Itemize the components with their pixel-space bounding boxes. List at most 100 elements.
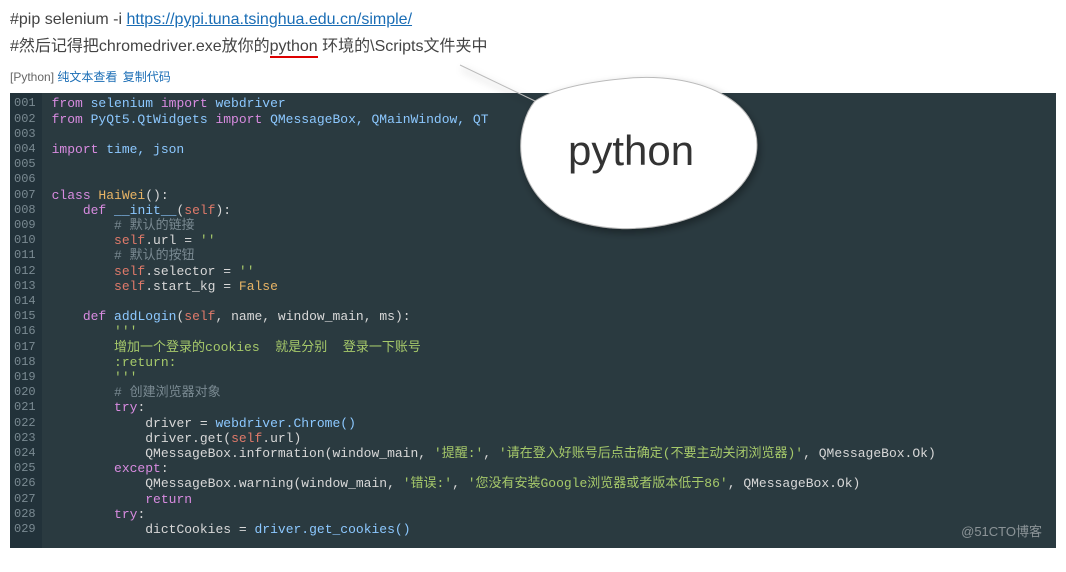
- ln: 014: [14, 294, 36, 309]
- comment: # 默认的链接: [114, 218, 195, 233]
- ws: [52, 400, 114, 415]
- kw: import: [52, 142, 99, 157]
- ws: [52, 431, 146, 446]
- note-before: 然后记得把chromedriver.exe放你的: [19, 38, 270, 55]
- note-after: 环境的\Scripts文件夹中: [318, 38, 488, 55]
- comment: # 创建浏览器对象: [114, 385, 221, 400]
- ws: [52, 279, 114, 294]
- args: , name, window_main, ms: [216, 309, 395, 324]
- op: ):: [216, 203, 232, 218]
- ws: [52, 522, 146, 537]
- ws: [52, 248, 114, 263]
- hash: #: [10, 38, 19, 55]
- str: :return:: [114, 355, 176, 370]
- ws: [106, 309, 114, 324]
- kw: class: [52, 188, 91, 203]
- ln: 015: [14, 309, 36, 324]
- kw: try: [114, 507, 137, 522]
- pip-link[interactable]: https://pypi.tuna.tsinghua.edu.cn/simple…: [127, 11, 413, 28]
- self: self: [114, 233, 145, 248]
- note-python: python: [270, 38, 318, 58]
- str: '请在登入好账号后点击确定(不要主动关闭浏览器)': [499, 446, 803, 461]
- op: :: [161, 461, 169, 476]
- ln: 010: [14, 233, 36, 248]
- ws: [52, 340, 114, 355]
- id: webdriver: [208, 96, 286, 111]
- ws: [52, 264, 114, 279]
- ws: [52, 355, 114, 370]
- txt: QMessageBox.warning(window_main,: [145, 476, 402, 491]
- str: ''': [114, 370, 137, 385]
- txt: driver: [145, 416, 200, 431]
- kw: import: [215, 112, 262, 127]
- op: :: [137, 400, 145, 415]
- op: =: [239, 522, 247, 537]
- ln: 028: [14, 507, 36, 522]
- code-content[interactable]: from selenium import webdriver from PyQt…: [42, 93, 936, 548]
- ws: [52, 507, 114, 522]
- ln: 007: [14, 188, 36, 203]
- ws: [192, 233, 200, 248]
- ws: [52, 385, 114, 400]
- ln: 027: [14, 492, 36, 507]
- txt: ,: [483, 446, 499, 461]
- str: '您没有安装Google浏览器或者版本低于86': [468, 476, 728, 491]
- ws: [52, 492, 146, 507]
- ws: [231, 264, 239, 279]
- fn: __init__: [114, 203, 176, 218]
- ln: 012: [14, 264, 36, 279]
- copy-code-link[interactable]: 复制代码: [119, 70, 170, 84]
- id: PyQt5.QtWidgets: [83, 112, 216, 127]
- ws: [52, 446, 146, 461]
- ln: 003: [14, 127, 36, 142]
- ln: 004: [14, 142, 36, 157]
- ws: [52, 324, 114, 339]
- ws: [52, 309, 83, 324]
- self: self: [184, 309, 215, 324]
- str: 增加一个登录的cookies 就是分别 登录一下账号: [114, 340, 421, 355]
- ln: 022: [14, 416, 36, 431]
- ws: [52, 218, 114, 233]
- ws: [52, 476, 146, 491]
- kw: def: [83, 203, 106, 218]
- kw: def: [83, 309, 106, 324]
- op: =: [184, 233, 192, 248]
- op: =: [223, 264, 231, 279]
- ws: [52, 416, 146, 431]
- ws: [106, 203, 114, 218]
- comment: # 默认的按钮: [114, 248, 195, 263]
- self: self: [114, 264, 145, 279]
- watermark: @51CTO博客: [961, 521, 1042, 540]
- str: '错误:': [403, 476, 452, 491]
- fn: addLogin: [114, 309, 176, 324]
- op: ):: [395, 309, 411, 324]
- id: selenium: [83, 96, 161, 111]
- kw: try: [114, 400, 137, 415]
- class-name: HaiWei: [91, 188, 146, 203]
- str: '': [239, 264, 255, 279]
- line-number-gutter: 001 002 003 004 005 006 007 008 009 010 …: [10, 93, 42, 548]
- pip-prefix: pip selenium -i: [19, 11, 127, 28]
- txt: , QMessageBox.Ok): [728, 476, 861, 491]
- call: driver.get_cookies(): [254, 522, 410, 537]
- ln: 017: [14, 340, 36, 355]
- call: webdriver.Chrome(): [215, 416, 355, 431]
- txt: .start_kg: [145, 279, 223, 294]
- ln: 005: [14, 157, 36, 172]
- id: QMessageBox, QMainWindow, QT: [262, 112, 488, 127]
- ln: 023: [14, 431, 36, 446]
- plain-view-link[interactable]: 纯文本查看: [57, 70, 117, 84]
- ws: [231, 279, 239, 294]
- ln: 026: [14, 476, 36, 491]
- ln: 009: [14, 218, 36, 233]
- lang-tag: [Python]: [10, 70, 57, 84]
- txt: .url: [145, 233, 184, 248]
- ln: 002: [14, 112, 36, 127]
- ln: 020: [14, 385, 36, 400]
- ws: [52, 203, 83, 218]
- self: self: [114, 279, 145, 294]
- kw: from: [52, 96, 83, 111]
- ln: 008: [14, 203, 36, 218]
- txt: driver.get(: [145, 431, 231, 446]
- op: ():: [145, 188, 168, 203]
